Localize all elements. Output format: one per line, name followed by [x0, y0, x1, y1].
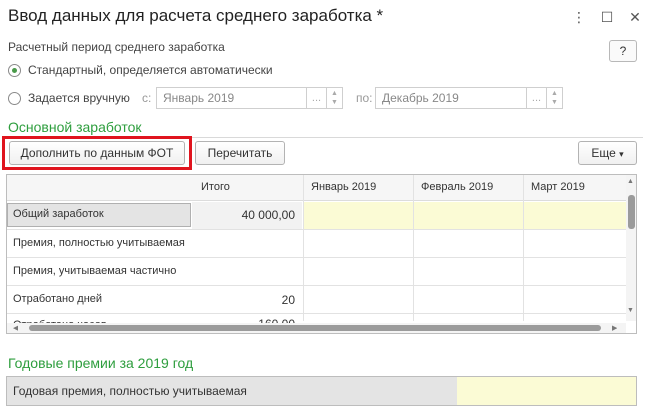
maximize-icon[interactable]: ☐	[598, 8, 616, 26]
col-jan[interactable]: Январь 2019	[311, 181, 376, 193]
annual-value-cell[interactable]	[457, 377, 636, 405]
col-feb[interactable]: Февраль 2019	[421, 181, 493, 193]
horizontal-scroll-thumb[interactable]	[29, 325, 601, 331]
from-period-input[interactable]: Январь 2019	[156, 87, 307, 109]
table-row[interactable]: Отработано дней	[13, 293, 102, 305]
fill-from-fot-button[interactable]: Дополнить по данным ФОТ	[9, 141, 185, 165]
more-button[interactable]: Еще ▾	[578, 141, 637, 165]
more-vertical-icon[interactable]: ⋮	[570, 8, 588, 26]
close-icon[interactable]: ✕	[626, 8, 644, 26]
col-total[interactable]: Итого	[201, 181, 230, 193]
chevron-down-icon: ▾	[619, 149, 624, 159]
more-button-label: Еще	[591, 146, 616, 160]
period-label: Расчетный период среднего заработка	[8, 40, 225, 54]
col-mar[interactable]: Март 2019	[531, 181, 585, 193]
window-title: Ввод данных для расчета среднего заработ…	[8, 6, 384, 25]
to-select-button[interactable]: ...	[527, 87, 547, 109]
radio-manual-label[interactable]: Задается вручную	[28, 91, 130, 105]
radio-standard[interactable]	[8, 64, 21, 77]
main-earnings-title: Основной заработок	[8, 119, 142, 135]
table-row[interactable]: Премия, учитываемая частично	[13, 265, 176, 277]
annual-bonus-table[interactable]: Годовая премия, полностью учитываемая	[6, 376, 637, 406]
from-spin[interactable]: ▲ ▼	[327, 87, 343, 109]
table-row[interactable]: Общий заработок	[13, 208, 104, 220]
scroll-left-icon[interactable]: ◀	[13, 324, 18, 332]
spin-down-icon[interactable]: ▼	[331, 99, 338, 107]
radio-manual[interactable]	[8, 92, 21, 105]
to-spin[interactable]: ▲ ▼	[547, 87, 563, 109]
months-highlight	[303, 202, 626, 229]
spin-down-icon[interactable]: ▼	[551, 99, 558, 107]
scroll-down-icon[interactable]: ▼	[627, 307, 634, 314]
row-total[interactable]: 20	[197, 293, 295, 307]
reread-button[interactable]: Перечитать	[195, 141, 285, 165]
table-row[interactable]: Премия, полностью учитываемая	[13, 237, 185, 249]
earnings-table[interactable]: Итого Январь 2019 Февраль 2019 Март 2019…	[6, 174, 637, 334]
spin-up-icon[interactable]: ▲	[551, 90, 558, 98]
scroll-up-icon[interactable]: ▲	[627, 178, 634, 185]
to-period-input[interactable]: Декабрь 2019	[375, 87, 527, 109]
spin-up-icon[interactable]: ▲	[331, 90, 338, 98]
vertical-scroll-thumb[interactable]	[628, 195, 635, 229]
annual-bonus-title: Годовые премии за 2019 год	[8, 355, 194, 371]
to-label: по:	[356, 91, 373, 105]
from-label: с:	[142, 91, 152, 105]
annual-row-label[interactable]: Годовая премия, полностью учитываемая	[13, 384, 247, 398]
help-button[interactable]: ?	[609, 40, 637, 62]
scroll-right-icon[interactable]: ▶	[612, 324, 617, 332]
row-total[interactable]: 40 000,00	[197, 208, 295, 222]
from-select-button[interactable]: ...	[307, 87, 327, 109]
radio-standard-label[interactable]: Стандартный, определяется автоматически	[28, 63, 273, 77]
